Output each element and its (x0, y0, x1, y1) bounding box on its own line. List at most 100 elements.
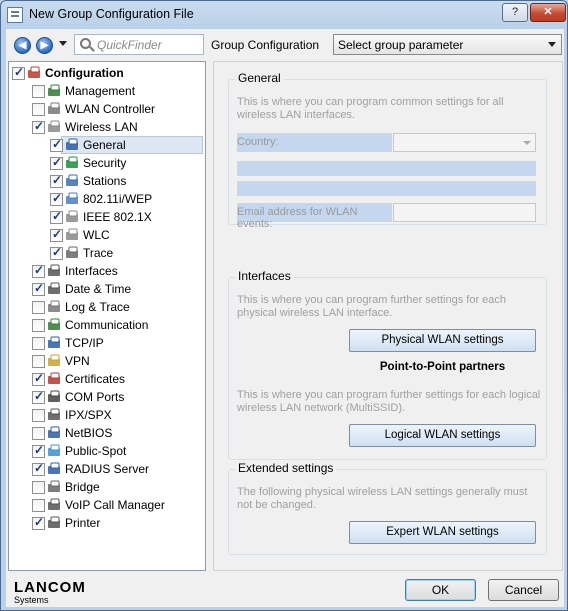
tree-item-label: Public-Spot (65, 444, 127, 458)
tree-item[interactable]: Stations (9, 172, 205, 190)
configuration-tree[interactable]: Configuration Management WLAN Controller Wi… (8, 61, 206, 571)
tree-item[interactable]: IEEE 802.1X (9, 208, 205, 226)
tree-item[interactable]: Interfaces (9, 262, 205, 280)
tree-item[interactable]: Wireless LAN (9, 118, 205, 136)
tree-item-label: WLC (83, 228, 110, 242)
tree-item-label: General (83, 138, 126, 152)
tree-checkbox[interactable] (32, 85, 45, 98)
email-label: Email address for WLAN events: (237, 203, 392, 230)
clock-icon (47, 282, 63, 297)
tree-item[interactable]: Configuration (9, 64, 205, 82)
extended-settings-description: The following physical wireless LAN sett… (237, 486, 528, 511)
document-icon (7, 7, 23, 23)
group-parameter-select[interactable]: Select group parameter (333, 34, 562, 55)
tree-item[interactable]: General (9, 136, 205, 154)
tree-checkbox[interactable] (32, 461, 45, 476)
tree-item[interactable]: 802.11i/WEP (9, 190, 205, 208)
point-to-point-partners-label[interactable]: Point-to-Point partners (349, 361, 536, 373)
communication-icon (47, 318, 63, 333)
tree-item[interactable]: WLC (9, 226, 205, 244)
tree-checkbox[interactable] (32, 337, 45, 350)
logical-wlan-settings-button[interactable]: Logical WLAN settings (349, 424, 536, 447)
tree-item[interactable]: NetBIOS (9, 424, 205, 442)
tree-item-label: VPN (65, 354, 90, 368)
tree-checkbox[interactable] (32, 355, 45, 368)
tree-checkbox[interactable] (12, 65, 25, 80)
tree-item[interactable]: VoIP Call Manager (9, 496, 205, 514)
tree-item-label: 802.11i/WEP (83, 192, 153, 206)
general-icon (65, 138, 81, 153)
country-select[interactable] (393, 133, 536, 152)
tree-item[interactable]: Communication (9, 316, 205, 334)
cancel-button[interactable]: Cancel (488, 579, 559, 601)
tree-checkbox[interactable] (50, 245, 63, 260)
tree-item[interactable]: Date & Time (9, 280, 205, 298)
tree-checkbox[interactable] (32, 319, 45, 332)
physical-wlan-settings-button[interactable]: Physical WLAN settings (349, 329, 536, 352)
tree-item-label: TCP/IP (65, 336, 104, 350)
tree-checkbox[interactable] (32, 371, 45, 386)
settings-panel: General This is where you can program co… (213, 61, 563, 571)
ieee-icon (65, 210, 81, 225)
tree-item[interactable]: WLAN Controller (9, 100, 205, 118)
history-dropdown-icon[interactable] (59, 41, 67, 46)
tcpip-icon (47, 336, 63, 351)
tree-item[interactable]: IPX/SPX (9, 406, 205, 424)
general-group-title: General (235, 71, 284, 85)
dialog-client: ◀ ▶ QuickFinder Group Configuration Sele… (6, 29, 564, 607)
tree-item[interactable]: Printer (9, 514, 205, 532)
tree-item-label: Configuration (45, 66, 124, 80)
tree-checkbox[interactable] (32, 515, 45, 530)
tree-item[interactable]: Log & Trace (9, 298, 205, 316)
dialog-window: New Group Configuration File ? ✕ ◀ ▶ Qui… (0, 0, 568, 611)
tree-item[interactable]: COM Ports (9, 388, 205, 406)
tree-checkbox[interactable] (50, 191, 63, 206)
tree-item[interactable]: Management (9, 82, 205, 100)
ok-button[interactable]: OK (405, 579, 476, 601)
tree-checkbox[interactable] (50, 137, 63, 152)
close-button[interactable]: ✕ (530, 3, 566, 22)
tree-checkbox[interactable] (32, 263, 45, 278)
tree-item[interactable]: TCP/IP (9, 334, 205, 352)
back-button[interactable]: ◀ (14, 37, 31, 54)
tree-item[interactable]: Bridge (9, 478, 205, 496)
quickfinder-input[interactable]: QuickFinder (74, 34, 204, 55)
tree-checkbox[interactable] (32, 499, 45, 512)
tree-checkbox[interactable] (50, 209, 63, 224)
tree-checkbox[interactable] (32, 281, 45, 296)
logo-wordmark: LANCOM (14, 579, 86, 596)
general-row-field (237, 181, 536, 196)
tree-item-label: Date & Time (65, 282, 132, 296)
tree-item-label: Security (83, 156, 127, 170)
tree-checkbox[interactable] (50, 155, 63, 170)
tree-item[interactable]: Public-Spot (9, 442, 205, 460)
help-button[interactable]: ? (502, 3, 528, 22)
tree-checkbox[interactable] (32, 481, 45, 494)
email-input[interactable] (393, 203, 536, 222)
tree-item[interactable]: Trace (9, 244, 205, 262)
tree-item[interactable]: RADIUS Server (9, 460, 205, 478)
tree-checkbox[interactable] (32, 103, 45, 116)
general-description: This is where you can program common set… (237, 96, 504, 121)
tree-checkbox[interactable] (50, 173, 63, 188)
tree-checkbox[interactable] (32, 409, 45, 422)
tree-item-label: VoIP Call Manager (65, 498, 165, 512)
tree-item[interactable]: Security (9, 154, 205, 172)
forward-button[interactable]: ▶ (36, 37, 53, 54)
chevron-down-icon (548, 42, 556, 47)
group-parameter-value: Select group parameter (338, 38, 464, 52)
interfaces-logical-description: This is where you can program further se… (237, 389, 541, 414)
tree-item[interactable]: Certificates (9, 370, 205, 388)
tree-checkbox[interactable] (32, 427, 45, 440)
tree-checkbox[interactable] (50, 227, 63, 242)
tree-checkbox[interactable] (32, 443, 45, 458)
ipx-icon (47, 408, 63, 423)
expert-wlan-settings-button[interactable]: Expert WLAN settings (349, 521, 536, 544)
stations-icon (65, 174, 81, 189)
interfaces-group-title: Interfaces (235, 269, 294, 283)
tree-item[interactable]: VPN (9, 352, 205, 370)
tree-checkbox[interactable] (32, 389, 45, 404)
tree-checkbox[interactable] (32, 119, 45, 134)
interfaces-icon (47, 264, 63, 279)
tree-checkbox[interactable] (32, 301, 45, 314)
